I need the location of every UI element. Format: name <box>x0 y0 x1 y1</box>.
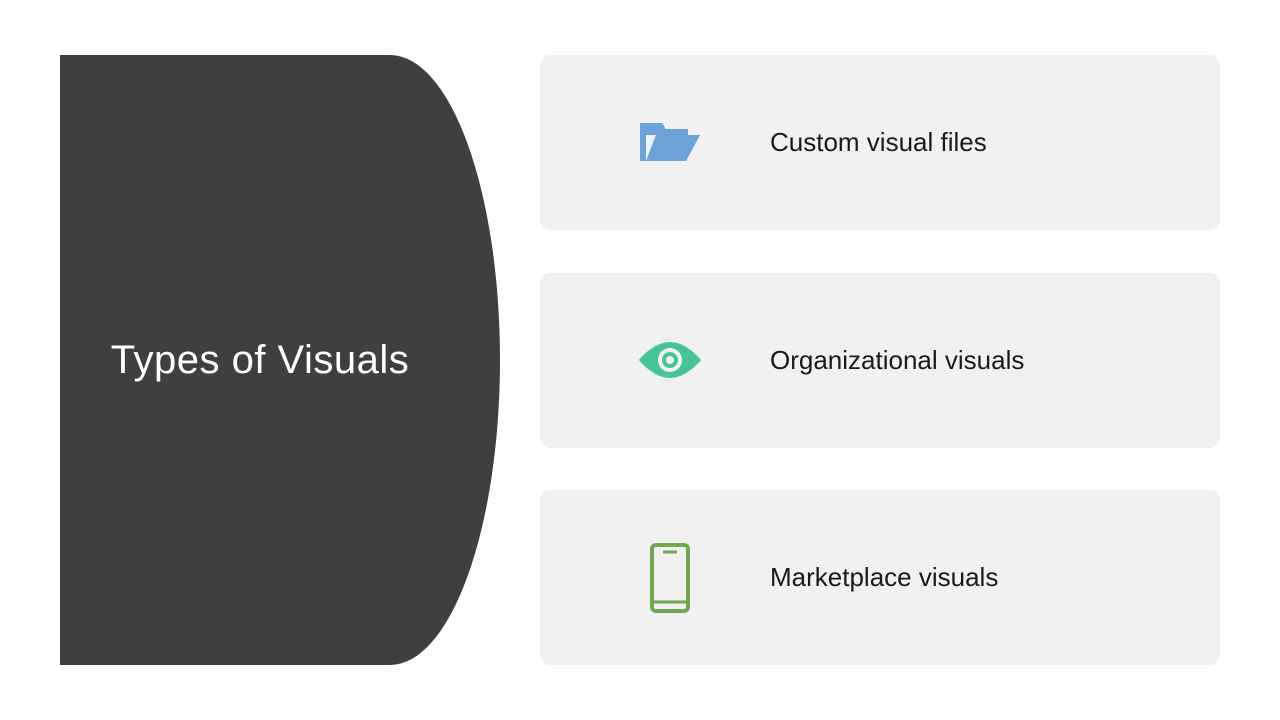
smartphone-icon <box>610 542 730 614</box>
title-sidebar: Types of Visuals <box>60 55 500 665</box>
card-label: Organizational visuals <box>770 345 1024 376</box>
card-marketplace-visuals: Marketplace visuals <box>540 490 1220 665</box>
slide-title: Types of Visuals <box>111 338 410 383</box>
card-label: Marketplace visuals <box>770 562 998 593</box>
card-custom-visual-files: Custom visual files <box>540 55 1220 230</box>
cards-container: Custom visual files Organizational visua… <box>540 55 1220 665</box>
folder-open-icon <box>610 117 730 169</box>
card-label: Custom visual files <box>770 127 987 158</box>
card-organizational-visuals: Organizational visuals <box>540 273 1220 448</box>
eye-icon <box>610 338 730 382</box>
